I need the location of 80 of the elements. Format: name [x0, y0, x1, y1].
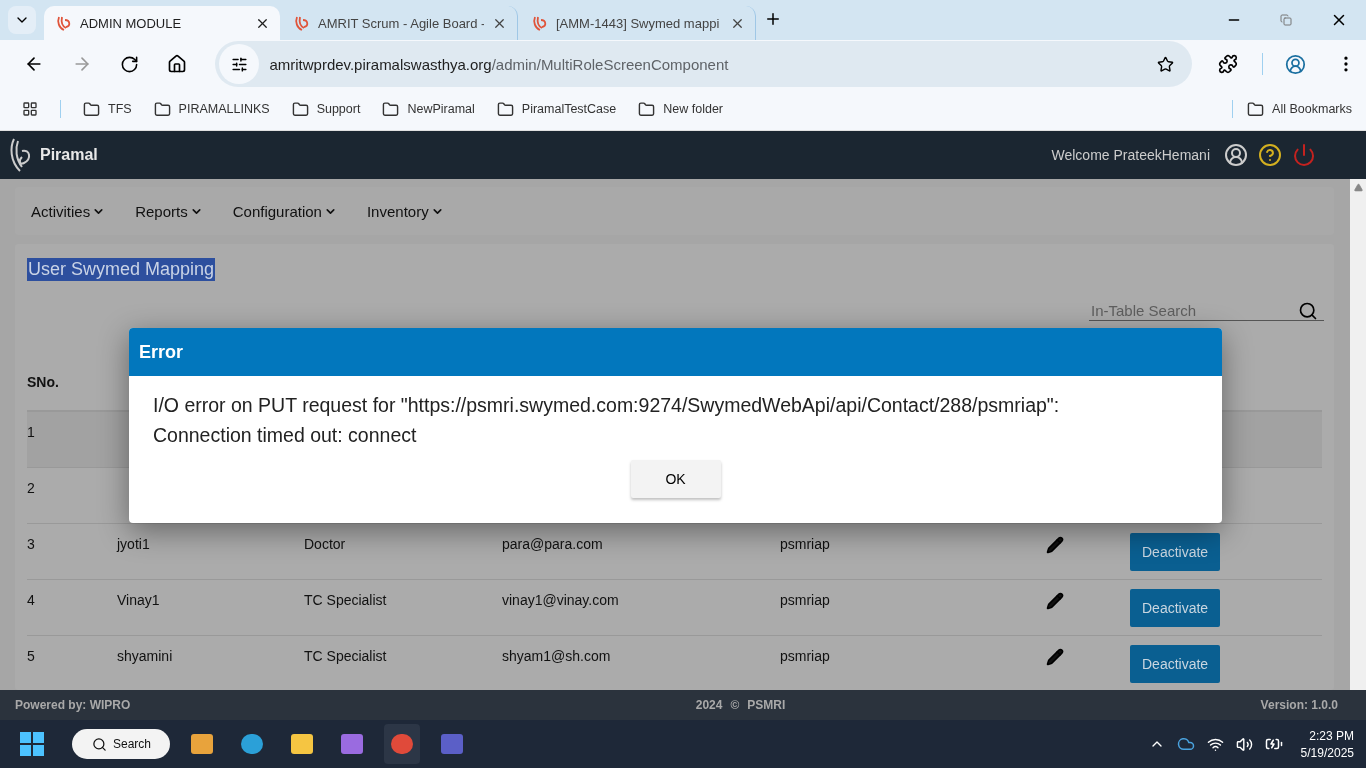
deactivate-button[interactable]: Deactivate [1130, 588, 1221, 627]
bookmark-folder[interactable]: PiramalTestCase [496, 100, 617, 118]
table-cell-text: 2 [27, 479, 36, 496]
table-cell-text: 1 [27, 423, 36, 440]
table-cell-text: TC Specialist [304, 591, 388, 608]
folder-icon [1247, 100, 1265, 118]
all-bookmarks[interactable]: All Bookmarks [1247, 100, 1352, 118]
search-icon[interactable] [1298, 301, 1318, 321]
bookmark-folder[interactable]: PIRAMALLINKS [153, 100, 270, 118]
site-settings-icon[interactable] [219, 44, 260, 84]
scroll-up-icon[interactable] [1353, 183, 1363, 192]
search-icon [92, 736, 107, 752]
table-cell-text: para@para.com [502, 535, 604, 552]
bookmark-folder[interactable]: New folder [638, 100, 724, 118]
nav-menu[interactable]: Activities [31, 202, 106, 220]
edit-icon[interactable] [1046, 648, 1064, 666]
tab-search-button[interactable] [8, 6, 36, 34]
home-icon [167, 54, 188, 74]
user-icon[interactable] [1224, 143, 1248, 167]
taskbar-search[interactable]: Search [72, 729, 170, 759]
version-text: Version: 1.0.0 [1260, 698, 1338, 712]
deactivate-button[interactable]: Deactivate [1130, 532, 1221, 571]
column-header: SNo. [27, 374, 60, 390]
profile-icon[interactable] [1285, 53, 1307, 75]
copyright-symbol: © [730, 698, 740, 712]
clock-date: 5/19/2025 [1300, 745, 1354, 760]
address-bar[interactable]: amritwprdev.piramalswasthya.org/admin/MultiRoleScreenComponent [215, 41, 1193, 87]
ok-button[interactable]: OK [630, 460, 721, 498]
table-cell-text: jyoti1 [117, 535, 151, 552]
flame-icon [532, 15, 548, 31]
table-cell-text: 3 [27, 535, 36, 552]
bookmark-folder[interactable]: Support [291, 100, 361, 118]
edit-icon[interactable] [1046, 592, 1064, 610]
folder-icon [153, 100, 171, 118]
table-cell-text: psmriap [780, 647, 831, 664]
nav-menu[interactable]: Reports [135, 202, 203, 220]
reload-icon [120, 54, 140, 74]
cloud-icon[interactable] [1176, 735, 1195, 753]
folder-icon [496, 100, 514, 118]
apps-icon[interactable] [22, 101, 38, 117]
nav-menu[interactable]: Configuration [232, 202, 337, 220]
folder-icon [291, 100, 309, 118]
table-cell-text: psmriap [780, 535, 831, 552]
table-cell-text: 4 [27, 591, 36, 608]
table-cell-text: shyam1@sh.com [502, 647, 612, 664]
page-title: User Swymed Mapping [27, 258, 216, 281]
table-cell-text: Vinay1 [117, 591, 161, 608]
dialog-title: Error [139, 341, 183, 363]
powered-by-text: Powered by: WIPRO [15, 698, 131, 712]
flame-icon [56, 15, 72, 31]
table-cell-text: shyamini [117, 647, 174, 664]
help-icon[interactable] [1258, 143, 1282, 167]
folder-icon [638, 100, 656, 118]
table-cell-text: 5 [27, 647, 36, 664]
table-cell-text: Doctor [304, 535, 347, 552]
year-text: 2024 [695, 698, 723, 712]
browser-tab[interactable]: ADMIN MODULE [44, 6, 280, 40]
welcome-text: Welcome PrateekHemani [1051, 147, 1210, 163]
bookmark-star-icon[interactable] [1157, 55, 1175, 73]
nav-menu[interactable]: Inventory [366, 202, 444, 220]
table-cell-text: TC Specialist [304, 647, 388, 664]
deactivate-button[interactable]: Deactivate [1130, 644, 1221, 683]
volume-icon[interactable] [1235, 735, 1253, 753]
bookmark-folder[interactable]: NewPiramal [382, 100, 475, 118]
logout-icon[interactable] [1292, 143, 1316, 167]
extensions-icon[interactable] [1218, 54, 1239, 74]
org-text: PSMRI [747, 698, 786, 712]
flame-icon [294, 15, 310, 31]
search-field[interactable]: In-Table Search [1089, 301, 1324, 321]
table-cell-text: vinay1@vinay.com [502, 591, 620, 608]
folder-icon [83, 100, 100, 118]
error-message: I/O error on PUT request for "https://psmri.swymed.com:9274/SwymedWebApi/api/Contact/288/psmriap": Connection timed out: connect [153, 393, 1061, 448]
bookmark-folder[interactable]: TFS [83, 100, 132, 118]
folder-icon [382, 100, 400, 118]
table-cell-text: psmriap [780, 591, 831, 608]
new-tab-icon[interactable] [764, 10, 782, 28]
clock-time: 2:23 PM [1309, 728, 1354, 743]
edit-icon[interactable] [1046, 536, 1064, 554]
windows-start-icon[interactable] [20, 732, 44, 756]
brand-name: Piramal [40, 146, 98, 164]
